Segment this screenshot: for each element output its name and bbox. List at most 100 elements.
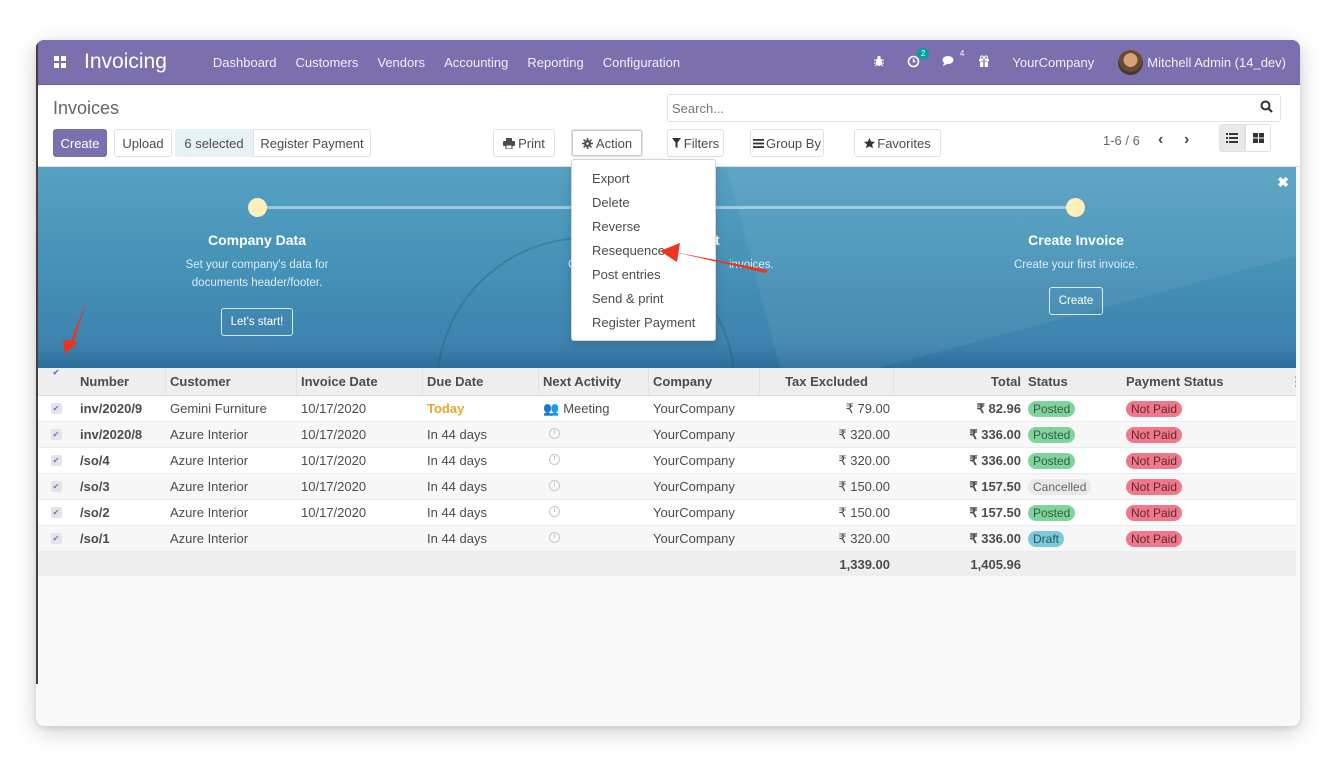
- cell-number: inv/2020/9: [80, 401, 143, 416]
- action-dropdown-menu: Export Delete Reverse Resequence Post en…: [571, 159, 716, 341]
- table-row[interactable]: ✔ inv/2020/8 Azure Interior 10/17/2020 I…: [36, 422, 1296, 448]
- kanban-view-button[interactable]: [1245, 124, 1271, 152]
- cell-next-activity: [539, 531, 649, 546]
- group-by-label: Group By: [766, 135, 821, 151]
- payment-status-badge: Not Paid: [1126, 504, 1183, 521]
- menu-reporting[interactable]: Reporting: [527, 55, 583, 70]
- print-label: Print: [518, 135, 545, 151]
- status-badge: Posted: [1028, 504, 1076, 521]
- cell-tax-excluded: ₹ 150.00: [838, 478, 890, 494]
- action-delete[interactable]: Delete: [572, 191, 715, 215]
- cell-total: ₹ 336.00: [969, 452, 1021, 468]
- action-button[interactable]: Action: [571, 129, 643, 157]
- menu-configuration[interactable]: Configuration: [603, 55, 680, 70]
- row-checkbox[interactable]: ✔: [50, 455, 62, 466]
- schedule-activity-icon[interactable]: [549, 428, 560, 439]
- table-row[interactable]: ✔ /so/1 Azure Interior In 44 days YourCo…: [36, 526, 1296, 552]
- cell-status: Posted: [1025, 400, 1122, 417]
- menu-customers[interactable]: Customers: [296, 55, 359, 70]
- search-box[interactable]: [667, 94, 1281, 122]
- pager-next-icon[interactable]: ›: [1184, 131, 1189, 149]
- cell-due-date: Today: [427, 401, 465, 416]
- cell-payment-status: Not Paid: [1122, 478, 1286, 495]
- header-next-activity[interactable]: Next Activity: [539, 367, 649, 396]
- cell-customer: Azure Interior: [170, 479, 249, 494]
- header-due-date[interactable]: Due Date: [423, 367, 539, 396]
- table-row[interactable]: ✔ /so/4 Azure Interior 10/17/2020 In 44 …: [36, 448, 1296, 474]
- header-payment-status[interactable]: Payment Status: [1122, 368, 1286, 396]
- filters-button[interactable]: Filters: [667, 129, 724, 157]
- table-body: ✔ inv/2020/9 Gemini Furniture 10/17/2020…: [36, 396, 1296, 552]
- schedule-activity-icon[interactable]: [549, 480, 560, 491]
- header-tax-excluded[interactable]: Tax Excluded: [760, 367, 894, 396]
- action-export[interactable]: Export: [572, 167, 715, 191]
- group-by-button[interactable]: Group By: [750, 129, 824, 157]
- user-avatar[interactable]: [1118, 50, 1144, 75]
- header-number[interactable]: Number: [76, 367, 166, 396]
- header-invoice-date[interactable]: Invoice Date: [297, 367, 423, 396]
- action-send-print[interactable]: Send & print: [572, 287, 715, 311]
- debug-bug-icon[interactable]: [873, 55, 885, 70]
- page-title: Invoices: [53, 98, 120, 118]
- table-row[interactable]: ✔ inv/2020/9 Gemini Furniture 10/17/2020…: [36, 396, 1296, 422]
- cell-invoice-date: 10/17/2020: [301, 401, 367, 416]
- cell-total: ₹ 336.00: [969, 426, 1021, 442]
- step-description: Set your company's data for: [185, 259, 329, 271]
- messages-icon[interactable]: 4: [942, 49, 964, 70]
- menu-dashboard[interactable]: Dashboard: [213, 55, 277, 70]
- cell-total: ₹ 157.50: [969, 504, 1021, 520]
- pager-value[interactable]: 1-6 / 6: [1103, 133, 1140, 148]
- payment-status-badge: Not Paid: [1126, 400, 1183, 417]
- optional-columns-icon[interactable]: ⋮: [1286, 368, 1296, 396]
- header-total[interactable]: Total: [894, 368, 1025, 396]
- pager-previous-icon[interactable]: ‹: [1158, 131, 1163, 149]
- cell-payment-status: Not Paid: [1122, 504, 1286, 521]
- menu-accounting[interactable]: Accounting: [444, 55, 508, 70]
- gift-icon[interactable]: [978, 55, 990, 70]
- activity-clock-icon[interactable]: 2: [907, 47, 930, 71]
- cell-number: /so/2: [80, 505, 110, 520]
- row-checkbox[interactable]: ✔: [50, 403, 62, 414]
- lets-start-button[interactable]: Let's start!: [220, 308, 294, 336]
- table-row[interactable]: ✔ /so/3 Azure Interior 10/17/2020 In 44 …: [36, 474, 1296, 500]
- invoices-table: ✔ Number Customer Invoice Date Due Date …: [36, 367, 1296, 576]
- row-checkbox[interactable]: ✔: [50, 533, 62, 544]
- action-post-entries[interactable]: Post entries: [572, 263, 715, 287]
- row-checkbox[interactable]: ✔: [50, 507, 62, 518]
- action-resequence[interactable]: Resequence: [572, 239, 715, 263]
- header-status[interactable]: Status: [1025, 368, 1122, 396]
- close-banner-icon[interactable]: ✖: [1277, 174, 1289, 191]
- step-description-partial: invoices.: [729, 259, 774, 271]
- select-all-checkbox[interactable]: ✔: [50, 367, 62, 379]
- favorites-button[interactable]: Favorites: [854, 129, 941, 157]
- app-brand[interactable]: Invoicing: [84, 50, 167, 74]
- menu-vendors[interactable]: Vendors: [377, 55, 425, 70]
- schedule-activity-icon[interactable]: [549, 454, 560, 465]
- print-button[interactable]: Print: [493, 129, 555, 157]
- create-invoice-button[interactable]: Create: [1048, 287, 1104, 315]
- search-icon[interactable]: [1260, 100, 1273, 113]
- action-reverse[interactable]: Reverse: [572, 215, 715, 239]
- row-checkbox[interactable]: ✔: [50, 429, 62, 440]
- apps-menu-icon[interactable]: [40, 56, 80, 68]
- header-customer[interactable]: Customer: [166, 367, 297, 396]
- app-window: Invoicing Dashboard Customers Vendors Ac…: [36, 40, 1300, 726]
- register-payment-button[interactable]: Register Payment: [253, 129, 371, 157]
- action-register-payment[interactable]: Register Payment: [572, 311, 715, 335]
- cell-status: Draft: [1025, 530, 1122, 547]
- meeting-activity-icon[interactable]: 👥: [543, 401, 559, 416]
- upload-button[interactable]: Upload: [114, 129, 172, 157]
- cell-status: Posted: [1025, 426, 1122, 443]
- schedule-activity-icon[interactable]: [549, 532, 560, 543]
- row-checkbox[interactable]: ✔: [50, 481, 62, 492]
- list-view-button[interactable]: [1219, 124, 1245, 152]
- search-input[interactable]: [668, 95, 1248, 121]
- cell-number: inv/2020/8: [80, 427, 143, 442]
- header-company[interactable]: Company: [649, 367, 760, 396]
- create-button[interactable]: Create: [53, 129, 107, 157]
- company-switcher[interactable]: YourCompany: [1012, 55, 1094, 70]
- table-row[interactable]: ✔ /so/2 Azure Interior 10/17/2020 In 44 …: [36, 500, 1296, 526]
- schedule-activity-icon[interactable]: [549, 506, 560, 517]
- cell-invoice-date: 10/17/2020: [301, 453, 367, 468]
- user-menu[interactable]: Mitchell Admin (14_dev): [1147, 55, 1286, 70]
